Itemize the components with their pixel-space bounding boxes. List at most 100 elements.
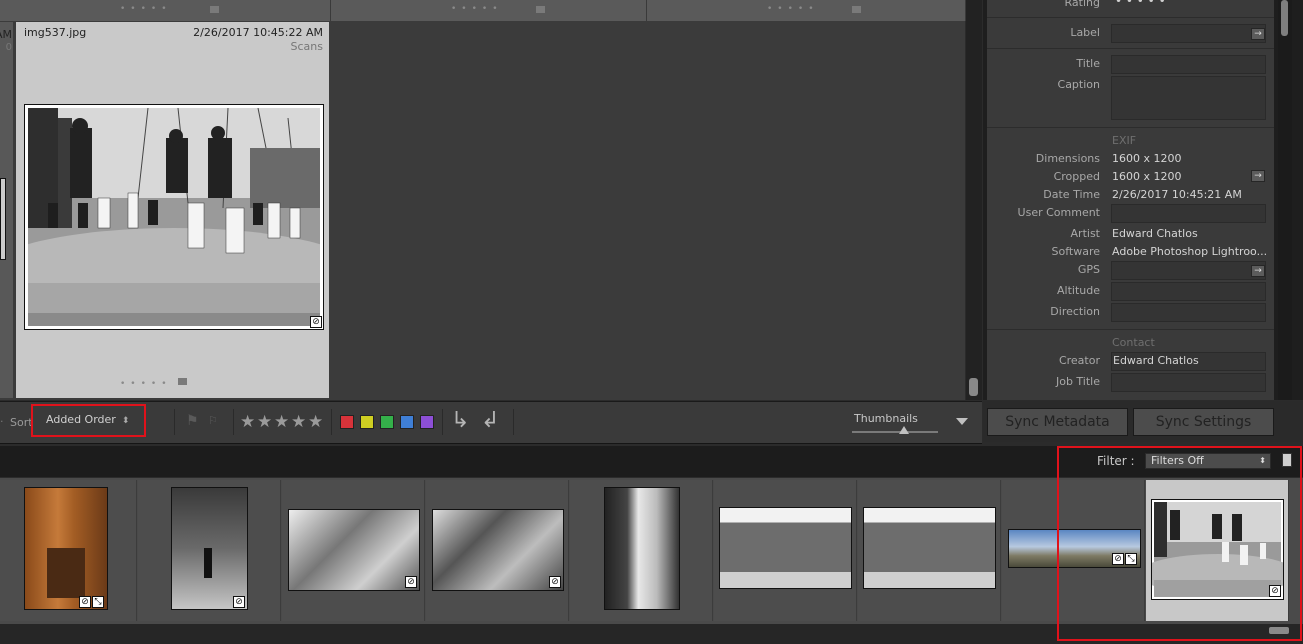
sort-dot: · xyxy=(0,415,4,428)
filmstrip-cell[interactable] xyxy=(570,480,713,621)
cell-folder: Scans xyxy=(290,40,323,53)
arrow-right-icon[interactable]: → xyxy=(1251,170,1265,182)
cropped-label: Cropped xyxy=(1053,170,1100,183)
edited-badge-icon: ⊘ xyxy=(549,576,561,588)
edited-badge-icon: ⊘ xyxy=(1112,553,1124,565)
filmstrip-cell[interactable]: ⊘ ⤡ xyxy=(0,480,137,621)
thumbnail-size-slider[interactable] xyxy=(852,431,938,433)
sort-highlight-box xyxy=(31,404,146,437)
filmstrip-thumbnail[interactable] xyxy=(604,487,680,610)
filter-dropdown[interactable]: Filters Off ⬍ xyxy=(1145,453,1271,469)
rotate-right-icon[interactable]: ↲ xyxy=(481,408,499,434)
edited-badge-icon: ⊘ xyxy=(1269,585,1281,597)
divider xyxy=(513,409,514,435)
star-icon[interactable]: ★ xyxy=(308,412,323,432)
color-label-yellow[interactable] xyxy=(360,415,374,429)
filmstrip-cell[interactable] xyxy=(858,480,1001,621)
filmstrip-thumbnail[interactable] xyxy=(719,507,852,589)
software-value: Adobe Photoshop Lightroo... xyxy=(1112,245,1267,258)
filmstrip-scrollbar-thumb[interactable] xyxy=(1269,627,1289,634)
filmstrip-cell[interactable]: ⊘ xyxy=(138,480,281,621)
toolbar-menu-icon[interactable] xyxy=(956,418,968,425)
grid-cell-top[interactable]: ••••• xyxy=(0,0,331,21)
partial-thumbnail[interactable] xyxy=(0,178,6,260)
grid-cell-top[interactable]: ••••• xyxy=(647,0,966,21)
user-comment-field[interactable] xyxy=(1111,204,1266,223)
chevron-updown-icon: ⬍ xyxy=(1259,456,1266,465)
cell-rating-dots[interactable]: ••••• xyxy=(120,371,187,390)
altitude-field[interactable] xyxy=(1111,282,1266,301)
label-label: Label xyxy=(1070,26,1100,39)
color-label-red[interactable] xyxy=(340,415,354,429)
arrow-right-icon[interactable]: → xyxy=(1251,265,1265,277)
grid-cell-selected[interactable]: img537.jpg 2/26/2017 10:45:22 AM Scans ⊘… xyxy=(16,22,329,398)
divider xyxy=(233,409,234,435)
star-icon[interactable]: ★ xyxy=(257,412,272,432)
datetime-value: 2/26/2017 10:45:21 AM xyxy=(1112,188,1242,201)
divider xyxy=(987,329,1274,330)
gps-field[interactable] xyxy=(1111,261,1266,280)
direction-field[interactable] xyxy=(1111,303,1266,322)
software-label: Software xyxy=(1051,245,1101,258)
panel-scrollbar-thumb[interactable] xyxy=(1281,0,1288,36)
creator-label: Creator xyxy=(1058,354,1100,367)
filmstrip-cell[interactable]: ⊘ xyxy=(426,480,569,621)
star-icon[interactable]: ★ xyxy=(291,412,306,432)
title-field[interactable] xyxy=(1111,55,1266,74)
filmstrip-thumbnail[interactable] xyxy=(432,509,564,591)
star-icon[interactable]: ★ xyxy=(240,412,255,432)
photo-thumbnail[interactable]: ⊘ xyxy=(24,104,324,330)
job-title-field[interactable] xyxy=(1111,373,1266,392)
rating-dots[interactable]: • • • • • xyxy=(1115,0,1270,8)
flag-reject-icon[interactable]: ⚐ xyxy=(208,413,222,429)
cell-filename: img537.jpg xyxy=(24,26,87,39)
divider xyxy=(987,17,1274,18)
color-label-purple[interactable] xyxy=(420,415,434,429)
flag-pick-icon[interactable]: ⚑ xyxy=(186,413,200,429)
divider xyxy=(442,409,443,435)
rotate-left-icon[interactable]: ↳ xyxy=(451,408,469,434)
color-label-green[interactable] xyxy=(380,415,394,429)
label-field[interactable] xyxy=(1111,24,1266,43)
datetime-label: Date Time xyxy=(1043,188,1100,201)
filter-lock-icon[interactable] xyxy=(1282,453,1292,467)
filmstrip-cell-selected[interactable]: ⊘ xyxy=(1146,480,1289,621)
filter-value: Filters Off xyxy=(1151,454,1204,467)
filmstrip-thumbnail[interactable] xyxy=(24,487,108,610)
filter-label: Filter : xyxy=(1097,454,1135,468)
filmstrip-thumbnail[interactable] xyxy=(288,509,420,591)
arrow-right-icon[interactable]: → xyxy=(1251,28,1265,40)
artist-label: Artist xyxy=(1070,227,1100,240)
cropped-value: 1600 x 1200 xyxy=(1112,170,1182,183)
filmstrip-thumbnail[interactable] xyxy=(1151,499,1284,600)
direction-label: Direction xyxy=(1050,305,1100,318)
contact-header: Contact xyxy=(1112,336,1155,349)
user-comment-label: User Comment xyxy=(1017,206,1100,219)
filmstrip-cell[interactable] xyxy=(714,480,857,621)
filmstrip-scrollbar[interactable] xyxy=(0,624,1303,644)
sort-label: Sort xyxy=(10,416,33,429)
grid-cell-top[interactable]: ••••• xyxy=(331,0,647,21)
cell-datetime: 2/26/2017 10:45:22 AM xyxy=(193,26,323,39)
partial-folder-text: 0 xyxy=(5,42,12,53)
caption-field[interactable] xyxy=(1111,76,1266,120)
edited-badge-icon: ⊘ xyxy=(233,596,245,608)
star-icon[interactable]: ★ xyxy=(274,412,289,432)
divider xyxy=(331,409,332,435)
title-label: Title xyxy=(1076,57,1100,70)
filmstrip-thumbnail[interactable] xyxy=(863,507,996,589)
filmstrip-cell[interactable]: ⊘ xyxy=(282,480,425,621)
grid-scrollbar[interactable] xyxy=(966,0,982,400)
crop-badge-icon: ⤡ xyxy=(1125,553,1137,565)
sync-settings-button[interactable]: Sync Settings xyxy=(1133,408,1274,436)
divider xyxy=(987,127,1274,128)
panel-scrollbar[interactable] xyxy=(1278,0,1292,400)
creator-value: Edward Chatlos xyxy=(1113,354,1199,367)
filmstrip-thumbnail[interactable] xyxy=(171,487,248,610)
color-label-blue[interactable] xyxy=(400,415,414,429)
filmstrip-cell[interactable]: ⊘ ⤡ xyxy=(1002,480,1145,621)
slider-knob[interactable] xyxy=(899,426,909,434)
sync-metadata-button[interactable]: Sync Metadata xyxy=(987,408,1128,436)
edited-badge-icon: ⊘ xyxy=(405,576,417,588)
grid-scrollbar-thumb[interactable] xyxy=(969,378,978,396)
